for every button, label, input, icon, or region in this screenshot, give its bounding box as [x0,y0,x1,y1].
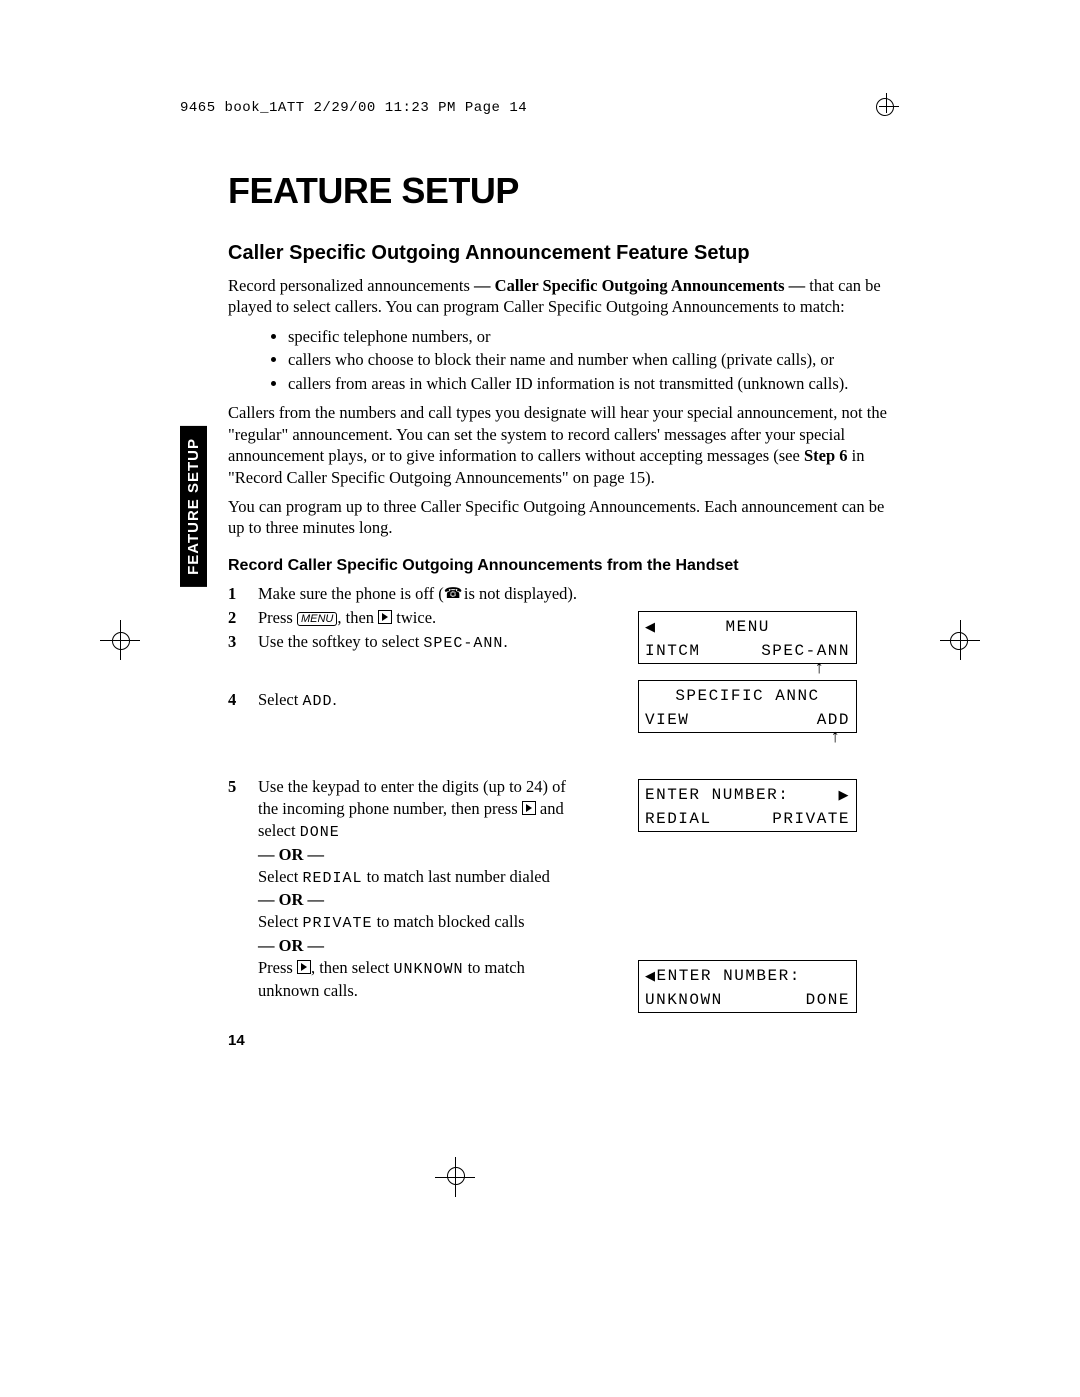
scr4-top: ENTER NUMBER: [657,967,801,985]
page-number: 14 [228,1032,900,1049]
triangle-right-icon [839,783,851,807]
or-divider: — OR — [258,844,588,866]
step5h: , then select [311,958,393,977]
step5-code2: REDIAL [302,870,362,887]
step-num: 4 [228,689,258,711]
scr1-bl: INTCM [645,639,701,663]
triangle-left-icon [645,967,657,985]
step4a: Select [258,690,302,709]
bullet-item: specific telephone numbers, or [288,326,900,347]
scr4-bl: UNKNOWN [645,988,723,1012]
print-header: 9465 book_1ATT 2/29/00 11:23 PM Page 14 [180,100,527,116]
step5-code4: UNKNOWN [393,961,463,978]
play-button-icon [378,610,392,624]
bullet-list: specific telephone numbers, or callers w… [228,326,900,394]
lcd-screen-4: ENTER NUMBER: UNKNOWN DONE [638,960,857,1013]
para2-bold: Step 6 [804,446,848,465]
step5e: Select [258,912,302,931]
scr3-br: PRIVATE [772,807,850,831]
step1a: Make sure the phone is off ( [258,584,444,603]
step-num: 1 [228,583,258,605]
lcd-screen-2: SPECIFIC ANNC VIEWADD ↑ [638,680,857,733]
intro-para: Record personalized announcements — Call… [228,275,900,318]
step4-code: ADD [302,693,332,710]
para3: You can program up to three Caller Speci… [228,496,900,539]
crop-mark-circle [876,98,894,116]
step5d: to match last number dialed [362,867,549,886]
step3-code: SPEC-ANN [423,635,503,652]
step-num: 2 [228,607,258,629]
bullet-item: callers from areas in which Caller ID in… [288,373,900,394]
phone-icon [444,584,460,596]
scr4-br: DONE [806,988,850,1012]
step5a: Use the keypad to enter the digits (up t… [258,777,566,818]
intro-pre: Record personalized announcements [228,276,474,295]
page-title: FEATURE SETUP [228,170,900,212]
step2c: twice. [392,608,436,627]
step4b: . [332,690,336,709]
scr3-top: ENTER NUMBER: [645,783,789,807]
step2b: , then [337,608,378,627]
lcd-screen-3: ENTER NUMBER: REDIAL PRIVATE [638,779,857,832]
or-divider: — OR — [258,889,588,911]
section-heading: Caller Specific Outgoing Announcement Fe… [228,242,900,265]
menu-button-icon: MENU [297,612,337,626]
crop-mark-circle [447,1167,465,1185]
scr2-top: SPECIFIC ANNC [645,684,850,708]
step2a: Press [258,608,297,627]
step3a: Use the softkey to select [258,632,423,651]
or-divider: — OR — [258,935,588,957]
para2: Callers from the numbers and call types … [228,402,900,488]
step-num: 3 [228,631,258,653]
play-button-icon [522,801,536,815]
play-button-icon [297,960,311,974]
step5g: Press [258,958,297,977]
crop-mark-circle [950,632,968,650]
step5-code1: DONE [300,824,340,841]
crop-mark-circle [112,632,130,650]
scr1-top: MENU [657,615,839,639]
subheading: Record Caller Specific Outgoing Announce… [228,557,900,575]
para2a: Callers from the numbers and call types … [228,403,887,465]
scr2-bl: VIEW [645,708,689,732]
intro-bold: — Caller Specific Outgoing Announcements… [474,276,805,295]
triangle-left-icon [645,615,657,639]
step5c: Select [258,867,302,886]
step-num: 5 [228,776,258,798]
bullet-item: callers who choose to block their name a… [288,349,900,370]
step5-code3: PRIVATE [302,915,372,932]
scr1-br: SPEC-ANN [761,639,850,663]
step3b: . [503,632,507,651]
step5f: to match blocked calls [372,912,524,931]
scr3-bl: REDIAL [645,807,712,831]
step1b: is not displayed). [460,584,577,603]
lcd-screen-1: MENU INTCMSPEC-ANN ↑ [638,611,857,664]
